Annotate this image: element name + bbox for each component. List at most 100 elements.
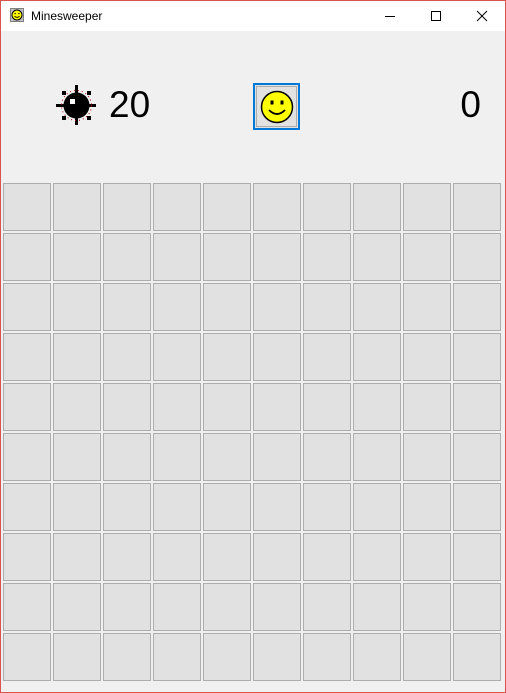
mine-cell[interactable]	[203, 633, 251, 681]
mine-cell[interactable]	[353, 333, 401, 381]
mine-cell[interactable]	[403, 633, 451, 681]
mine-cell[interactable]	[353, 483, 401, 531]
mine-cell[interactable]	[153, 633, 201, 681]
mine-cell[interactable]	[3, 583, 51, 631]
mine-cell[interactable]	[253, 183, 301, 231]
close-button[interactable]	[459, 1, 505, 31]
mine-cell[interactable]	[103, 533, 151, 581]
mine-cell[interactable]	[3, 183, 51, 231]
mine-cell[interactable]	[203, 383, 251, 431]
mine-cell[interactable]	[353, 283, 401, 331]
maximize-button[interactable]	[413, 1, 459, 31]
mine-cell[interactable]	[453, 533, 501, 581]
mine-cell[interactable]	[103, 183, 151, 231]
mine-cell[interactable]	[353, 583, 401, 631]
mine-cell[interactable]	[353, 383, 401, 431]
mine-cell[interactable]	[453, 183, 501, 231]
mine-cell[interactable]	[153, 583, 201, 631]
mine-cell[interactable]	[203, 233, 251, 281]
mine-cell[interactable]	[103, 383, 151, 431]
mine-cell[interactable]	[103, 283, 151, 331]
mine-cell[interactable]	[303, 583, 351, 631]
mine-cell[interactable]	[403, 483, 451, 531]
title-bar[interactable]: Minesweeper	[1, 1, 505, 31]
mine-cell[interactable]	[253, 433, 301, 481]
mine-cell[interactable]	[53, 183, 101, 231]
mine-cell[interactable]	[253, 533, 301, 581]
mine-cell[interactable]	[303, 383, 351, 431]
mine-cell[interactable]	[153, 233, 201, 281]
mine-cell[interactable]	[403, 183, 451, 231]
mine-cell[interactable]	[353, 183, 401, 231]
mine-cell[interactable]	[3, 233, 51, 281]
mine-cell[interactable]	[53, 283, 101, 331]
mine-cell[interactable]	[253, 233, 301, 281]
mine-cell[interactable]	[453, 233, 501, 281]
mine-cell[interactable]	[353, 433, 401, 481]
mine-cell[interactable]	[203, 583, 251, 631]
mine-cell[interactable]	[153, 333, 201, 381]
mine-cell[interactable]	[403, 583, 451, 631]
mine-cell[interactable]	[153, 483, 201, 531]
mine-cell[interactable]	[403, 433, 451, 481]
mine-cell[interactable]	[203, 333, 251, 381]
mine-cell[interactable]	[303, 233, 351, 281]
mine-cell[interactable]	[53, 383, 101, 431]
mine-cell[interactable]	[303, 283, 351, 331]
mine-cell[interactable]	[303, 433, 351, 481]
mine-cell[interactable]	[3, 533, 51, 581]
mine-cell[interactable]	[153, 183, 201, 231]
mine-cell[interactable]	[403, 333, 451, 381]
mine-cell[interactable]	[253, 383, 301, 431]
mine-cell[interactable]	[303, 333, 351, 381]
mine-cell[interactable]	[203, 283, 251, 331]
mine-cell[interactable]	[53, 583, 101, 631]
mine-cell[interactable]	[303, 533, 351, 581]
mine-cell[interactable]	[53, 483, 101, 531]
mine-cell[interactable]	[153, 283, 201, 331]
mine-cell[interactable]	[203, 483, 251, 531]
mine-cell[interactable]	[353, 533, 401, 581]
mine-cell[interactable]	[453, 283, 501, 331]
mine-cell[interactable]	[353, 233, 401, 281]
mine-cell[interactable]	[203, 533, 251, 581]
mine-cell[interactable]	[53, 533, 101, 581]
mine-cell[interactable]	[103, 633, 151, 681]
mine-cell[interactable]	[53, 633, 101, 681]
mine-cell[interactable]	[253, 583, 301, 631]
mine-cell[interactable]	[203, 433, 251, 481]
mine-cell[interactable]	[403, 533, 451, 581]
mine-cell[interactable]	[103, 433, 151, 481]
mine-cell[interactable]	[3, 383, 51, 431]
mine-cell[interactable]	[103, 483, 151, 531]
mine-cell[interactable]	[3, 633, 51, 681]
mine-cell[interactable]	[253, 633, 301, 681]
mine-cell[interactable]	[453, 433, 501, 481]
mine-cell[interactable]	[403, 383, 451, 431]
mine-cell[interactable]	[53, 233, 101, 281]
mine-cell[interactable]	[103, 233, 151, 281]
mine-cell[interactable]	[153, 433, 201, 481]
mine-cell[interactable]	[103, 333, 151, 381]
mine-cell[interactable]	[53, 333, 101, 381]
mine-cell[interactable]	[53, 433, 101, 481]
mine-cell[interactable]	[253, 283, 301, 331]
mine-cell[interactable]	[153, 533, 201, 581]
mine-cell[interactable]	[453, 633, 501, 681]
mine-cell[interactable]	[3, 333, 51, 381]
mine-cell[interactable]	[453, 383, 501, 431]
mine-cell[interactable]	[103, 583, 151, 631]
mine-cell[interactable]	[453, 583, 501, 631]
mine-cell[interactable]	[403, 283, 451, 331]
mine-cell[interactable]	[3, 483, 51, 531]
mine-cell[interactable]	[303, 633, 351, 681]
mine-cell[interactable]	[303, 483, 351, 531]
mine-cell[interactable]	[453, 333, 501, 381]
mine-cell[interactable]	[303, 183, 351, 231]
mine-cell[interactable]	[153, 383, 201, 431]
mine-cell[interactable]	[403, 233, 451, 281]
new-game-face-button[interactable]	[253, 83, 300, 130]
mine-cell[interactable]	[253, 483, 301, 531]
minimize-button[interactable]	[367, 1, 413, 31]
mine-cell[interactable]	[453, 483, 501, 531]
